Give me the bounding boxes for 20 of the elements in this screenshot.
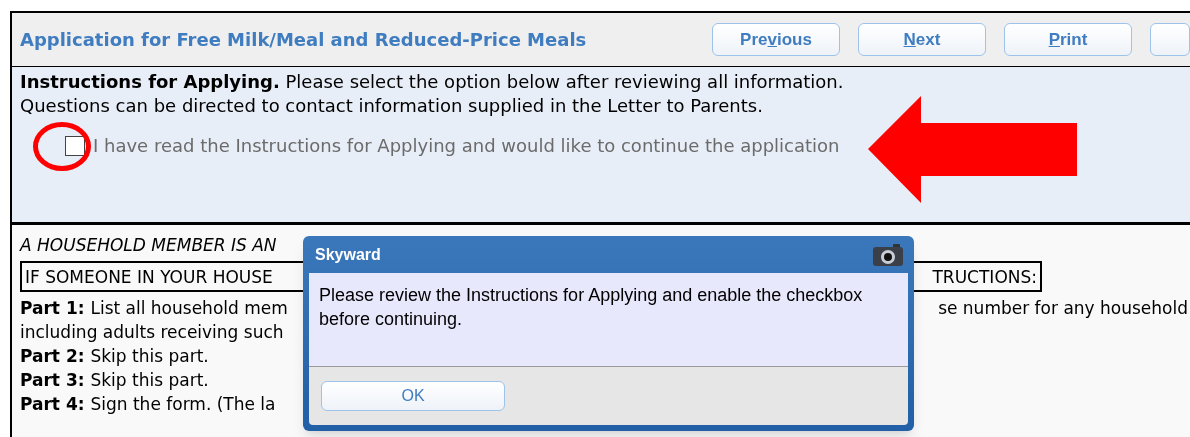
dialog-message: Please review the Instructions for Applying and enable the checkbox before continuing. — [319, 284, 864, 331]
notice-text: TRUCTIONS: — [932, 265, 1037, 289]
ok-button[interactable]: OK — [321, 381, 505, 411]
instructions-note: Questions can be directed to contact information supplied in the Letter to Parents. — [20, 94, 764, 118]
italic-heading: A HOUSEHOLD MEMBER IS AN — [20, 234, 277, 257]
nav-button[interactable]: Previous — [712, 23, 840, 56]
instructions-text: Instructions for Applying. Please select the option below after reviewing all information. — [20, 70, 845, 94]
nav-button[interactable]: Next — [858, 23, 986, 56]
dialog-title: Skyward — [315, 244, 381, 265]
page-title: Application for Free Milk/Meal and Reduced-Price Meals — [20, 28, 588, 52]
nav-button[interactable]: Print — [1004, 23, 1132, 56]
part-text: Part 4: Sign the form. (The la — [20, 393, 276, 416]
part-text: Part 2: Skip this part. — [20, 345, 209, 368]
part-text: Part 1: List all household mem — [20, 297, 288, 320]
part-text: Part 3: Skip this part. — [20, 369, 209, 392]
highlight-circle — [33, 122, 91, 171]
notice-text: IF SOMEONE IN YOUR HOUSE — [25, 265, 273, 289]
part-text: including adults receiving such — [20, 321, 284, 344]
part-text: se number for any household — [938, 297, 1188, 320]
camera-icon[interactable] — [872, 242, 904, 267]
